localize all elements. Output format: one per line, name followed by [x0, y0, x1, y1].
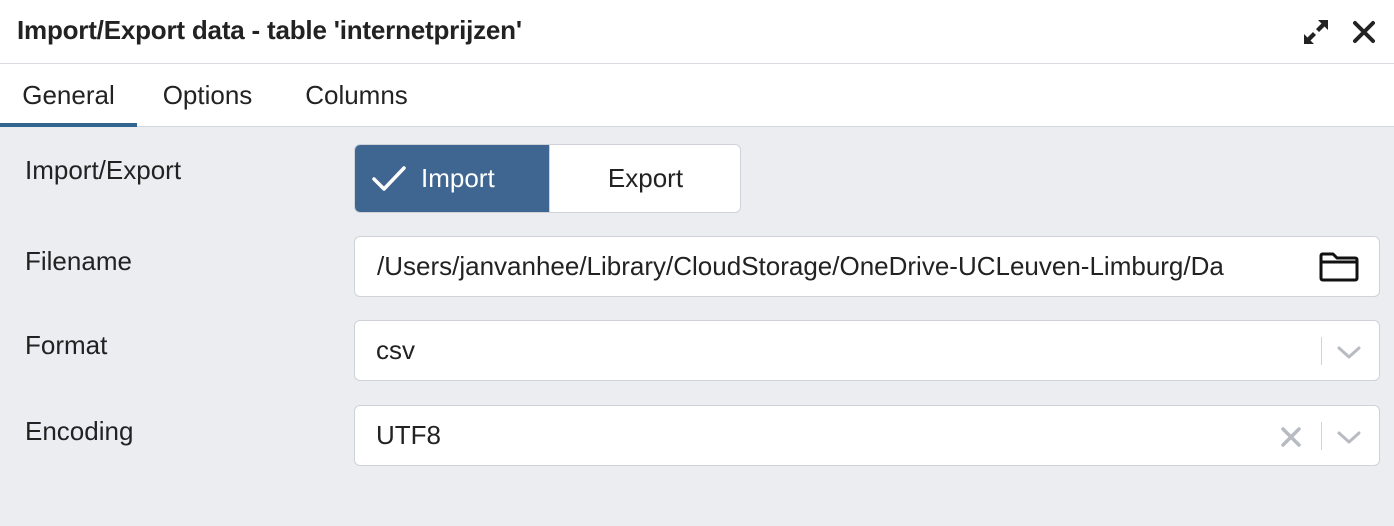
encoding-value: UTF8 [376, 420, 441, 450]
encoding-label: Encoding [25, 416, 134, 446]
checkmark-icon [372, 166, 406, 191]
chevron-down-icon[interactable] [1335, 426, 1363, 448]
folder-icon[interactable] [1318, 251, 1360, 283]
import-export-dialog: Import/Export data - table 'internetprij… [0, 0, 1394, 526]
tab-options[interactable]: Options [137, 64, 278, 127]
tab-general[interactable]: General [0, 64, 137, 127]
tab-columns[interactable]: Columns [278, 64, 435, 127]
filename-label: Filename [25, 246, 132, 276]
filename-field [354, 236, 1380, 297]
import-option-button[interactable]: Import [355, 145, 549, 212]
format-label: Format [25, 330, 108, 360]
close-icon[interactable] [1348, 16, 1380, 48]
encoding-select[interactable]: UTF8 [354, 405, 1380, 466]
dialog-title: Import/Export data - table 'internetprij… [17, 15, 522, 45]
dialog-titlebar: Import/Export data - table 'internetprij… [0, 0, 1394, 64]
select-divider [1321, 337, 1322, 365]
format-select[interactable]: csv [354, 320, 1380, 381]
import-export-toggle: Import Export [354, 144, 741, 213]
import-option-label: Import [421, 163, 495, 193]
filename-input[interactable] [355, 237, 1311, 296]
chevron-down-icon[interactable] [1335, 341, 1363, 363]
format-value: csv [376, 335, 415, 365]
select-divider [1321, 422, 1322, 450]
clear-icon[interactable] [1279, 425, 1303, 449]
tab-bar: General Options Columns [0, 64, 1394, 127]
expand-icon[interactable] [1300, 16, 1332, 48]
import-export-label: Import/Export [25, 155, 182, 185]
export-option-button[interactable]: Export [549, 145, 740, 212]
